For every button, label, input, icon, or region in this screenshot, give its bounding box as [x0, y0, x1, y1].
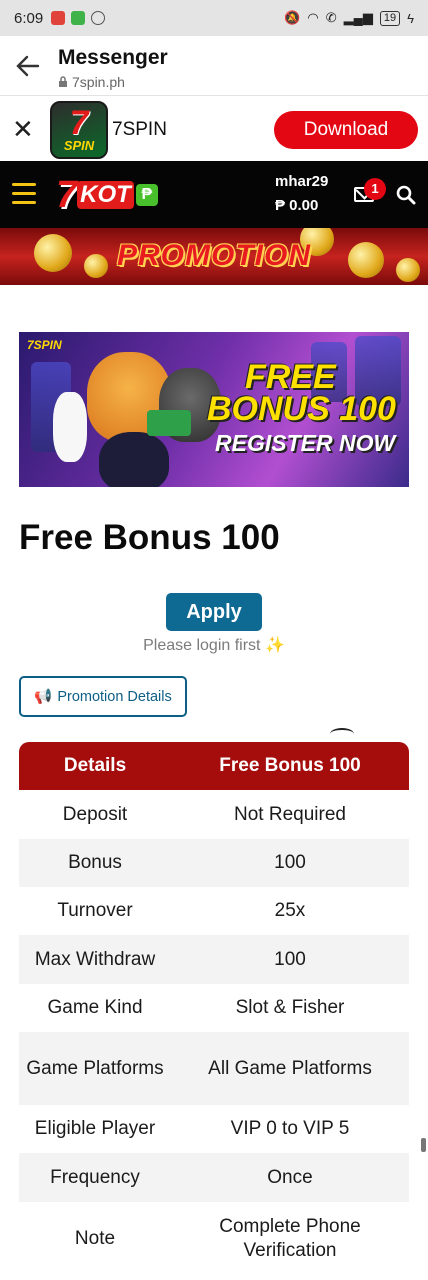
row-label: Game Platforms [26, 1057, 164, 1079]
row-label: Turnover [57, 900, 133, 921]
promotion-details-label: Promotion Details [57, 688, 172, 705]
wifi-icon: ◠ [307, 10, 319, 25]
promotion-banner: PROMOTION [0, 228, 428, 285]
apply-button[interactable]: Apply [166, 593, 262, 631]
table-row: Deposit Not Required [19, 790, 409, 839]
promotion-banner-label: PROMOTION [117, 239, 311, 272]
app-logo-seven: 7 [69, 103, 89, 142]
search-icon[interactable] [396, 185, 416, 205]
username[interactable]: mhar29 [275, 173, 328, 190]
column-header: Details [63, 755, 127, 776]
row-label: Note [74, 1228, 116, 1249]
page-title: Free Bonus 100 [19, 518, 280, 557]
status-system-icons: 🔕 ◠ ✆ ▂▄▆ 19 ϟ [284, 10, 414, 26]
close-icon[interactable]: ✕ [12, 116, 34, 142]
table-row: Bonus 100 [19, 839, 409, 887]
table-header: Details Free Bonus 100 [19, 742, 409, 790]
messenger-app-icon [91, 11, 106, 25]
row-value: VIP 0 to VIP 5 [230, 1118, 350, 1139]
back-arrow-icon[interactable] [14, 52, 42, 80]
site-logo[interactable]: 7 KOT ₱ [56, 173, 158, 217]
table-row: Game Platforms All Game Platforms [19, 1032, 409, 1105]
row-label: Frequency [50, 1166, 140, 1188]
status-notification-icons [51, 11, 106, 25]
row-value: 100 [274, 948, 306, 970]
site-logo-text: KOT [77, 181, 134, 209]
login-hint: Please login first ✨ [143, 637, 285, 654]
signal-icon: ▂▄▆ [343, 10, 373, 25]
messages-app-icon [71, 11, 86, 25]
status-time: 6:09 [14, 9, 44, 27]
app-download-banner: ✕ 7 SPIN 7SPIN Download [0, 97, 428, 161]
scrollbar-thumb[interactable] [421, 1138, 426, 1152]
row-value: 100 [274, 852, 306, 873]
table-row: Max Withdraw 100 [19, 935, 409, 984]
row-label: Eligible Player [34, 1118, 156, 1139]
row-label: Max Withdraw [34, 948, 156, 970]
browser-url: 7spin.ph [58, 74, 125, 90]
notification-app-icon [51, 11, 66, 25]
browser-header: Messenger 7spin.ph [0, 36, 428, 96]
charging-icon: ϟ [407, 10, 414, 26]
hero-bonus-text: BONUS 100 [207, 390, 396, 428]
pointing-glove [53, 392, 87, 462]
app-logo: 7 SPIN [50, 101, 108, 159]
row-value: Complete Phone Verification [219, 1216, 361, 1261]
mascot-suit [99, 432, 169, 487]
row-value: All Game Platforms [208, 1057, 372, 1079]
site-logo-seven: 7 [56, 173, 78, 216]
promo-hero-image: 7SPIN FREE BONUS 100 REGISTER NOW [19, 332, 409, 487]
table-row: Game Kind Slot & Fisher [19, 984, 409, 1032]
hero-logo: 7SPIN [27, 338, 62, 352]
site-navbar: 7 KOT ₱ mhar29 ₱ 0.00 1 [0, 161, 428, 373]
app-logo-spin: SPIN [63, 137, 95, 153]
status-bar: 6:09 🔕 ◠ ✆ ▂▄▆ 19 ϟ [0, 0, 428, 36]
lock-icon [59, 76, 67, 87]
row-label: Deposit [62, 803, 128, 825]
megaphone-icon: 📢 [34, 689, 53, 705]
wallet-balance: ₱ 0.00 [275, 197, 319, 214]
notification-badge: 1 [364, 178, 386, 200]
row-label: Bonus [68, 852, 122, 873]
row-value: 25x [274, 900, 306, 921]
cash-stack [147, 410, 191, 436]
row-label: Game Kind [47, 997, 143, 1018]
hamburger-menu-icon[interactable] [12, 183, 36, 210]
table-row: Frequency Once [19, 1153, 409, 1202]
download-button[interactable]: Download [274, 111, 418, 149]
url-text: 7spin.ph [72, 74, 125, 90]
promotion-details-button[interactable]: 📢 Promotion Details [19, 676, 187, 717]
promotion-details-table: Details Free Bonus 100 Deposit Not Requi… [19, 742, 409, 1276]
row-value: Slot & Fisher [235, 997, 345, 1018]
row-value: Once [267, 1166, 313, 1188]
table-row: Note Complete Phone Verification [19, 1202, 409, 1276]
battery-icon: 19 [379, 10, 401, 26]
browser-title: Messenger [58, 46, 168, 69]
site-logo-mark-icon: ₱ [135, 184, 158, 206]
loading-spinner-icon [330, 728, 354, 740]
app-name: 7SPIN [112, 119, 167, 140]
table-row: Eligible Player VIP 0 to VIP 5 [19, 1105, 409, 1153]
table-row: Turnover 25x [19, 887, 409, 935]
column-header: Free Bonus 100 [219, 755, 361, 776]
row-value: Not Required [234, 803, 346, 825]
mute-icon: 🔕 [284, 10, 301, 25]
hero-register-text: REGISTER NOW [215, 430, 396, 456]
call-icon: ✆ [325, 10, 337, 25]
